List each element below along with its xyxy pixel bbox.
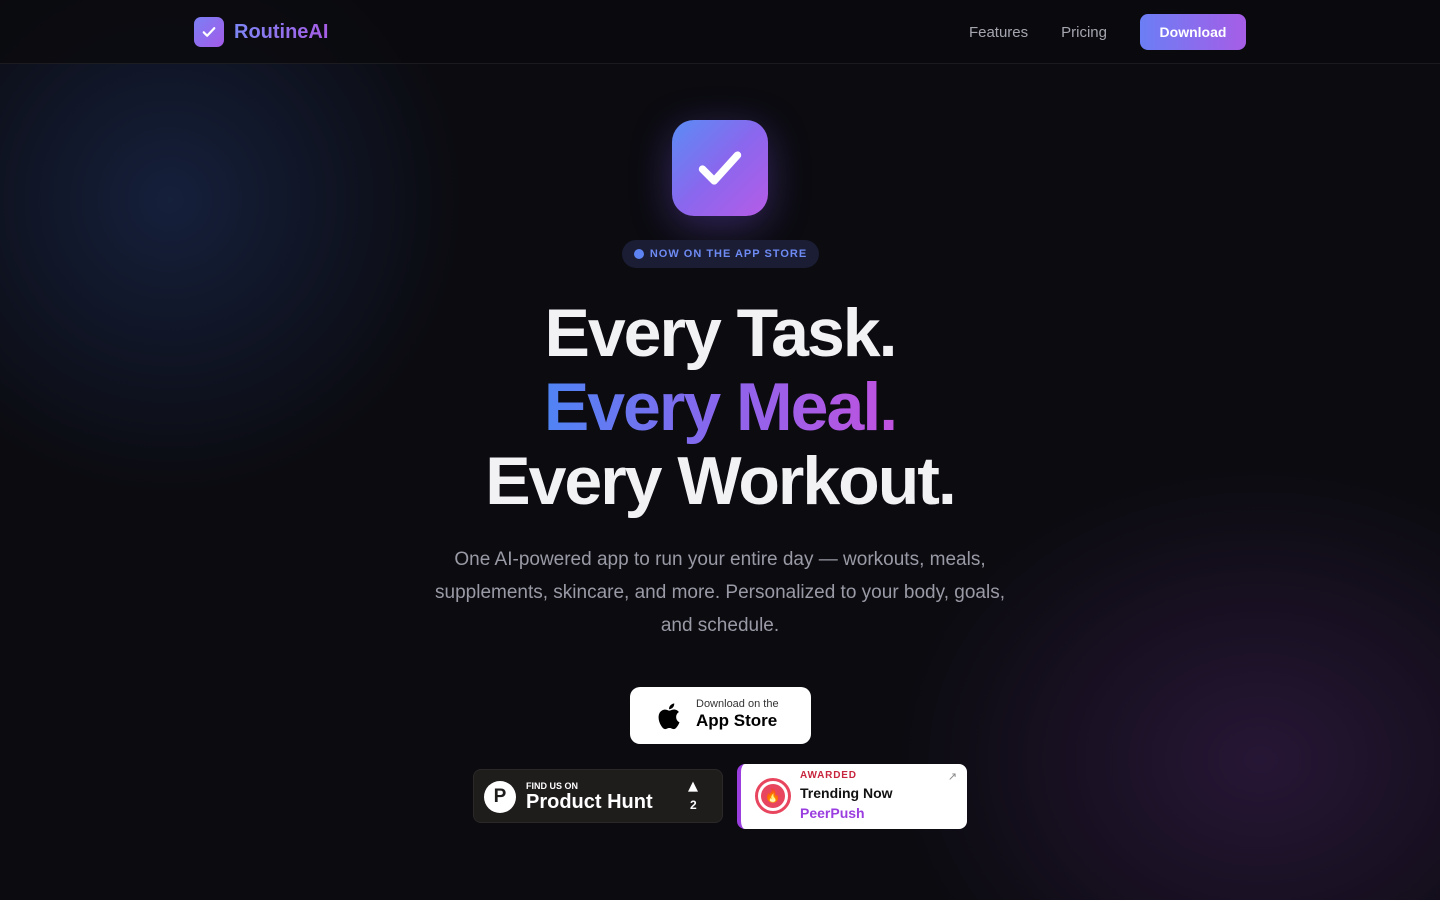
download-button[interactable]: Download bbox=[1140, 14, 1246, 50]
fire-icon: 🔥 bbox=[761, 784, 785, 808]
upvote-count: 2 bbox=[690, 798, 697, 812]
status-dot bbox=[633, 249, 644, 259]
status-pill-label: NOW ON THE APP STORE bbox=[649, 248, 808, 260]
app-store-big-label: App Store bbox=[696, 711, 778, 730]
upvote-arrow-icon: ▲ bbox=[688, 779, 698, 794]
nav-link-pricing[interactable]: Pricing bbox=[1061, 24, 1107, 41]
status-pill: NOW ON THE APP STORE bbox=[622, 240, 819, 268]
peerpush-badge[interactable]: 🔥 AWARDED Trending Now PeerPush ↗ bbox=[737, 764, 967, 829]
headline-line-3: Every Workout. bbox=[485, 443, 957, 519]
peerpush-brand: PeerPush bbox=[800, 805, 865, 821]
hero-headline: Every Task. Every Meal. Every Workout. bbox=[0, 296, 1440, 518]
apple-icon bbox=[655, 701, 681, 735]
peerpush-awarded-label: AWARDED bbox=[800, 770, 857, 781]
product-hunt-logo-icon: P bbox=[484, 781, 516, 813]
brand-logo[interactable]: RoutineAI bbox=[194, 17, 328, 47]
product-hunt-badge[interactable]: P FIND US ON Product Hunt ▲ 2 bbox=[473, 769, 723, 823]
app-store-small-label: Download on the bbox=[696, 698, 779, 710]
headline-line-1: Every Task. bbox=[544, 295, 897, 371]
hero-subtitle: One AI-powered app to run your entire da… bbox=[435, 549, 1005, 636]
award-badge: 🔥 bbox=[755, 778, 791, 814]
external-link-icon: ↗ bbox=[947, 770, 957, 783]
peerpush-title: Trending Now bbox=[800, 785, 893, 801]
check-icon bbox=[194, 17, 224, 47]
headline-line-2: Every Meal. bbox=[543, 369, 898, 445]
app-store-button[interactable]: Download on the App Store bbox=[630, 687, 811, 744]
app-icon bbox=[672, 120, 768, 216]
nav-link-features[interactable]: Features bbox=[969, 24, 1028, 41]
product-hunt-find-label: FIND US ON bbox=[526, 781, 579, 791]
product-hunt-name: Product Hunt bbox=[526, 791, 653, 813]
brand-name: RoutineAI bbox=[234, 20, 329, 43]
check-icon bbox=[698, 151, 742, 185]
top-nav: RoutineAI Features Pricing Download bbox=[0, 0, 1440, 64]
nav-links: Features Pricing Download bbox=[969, 14, 1246, 50]
